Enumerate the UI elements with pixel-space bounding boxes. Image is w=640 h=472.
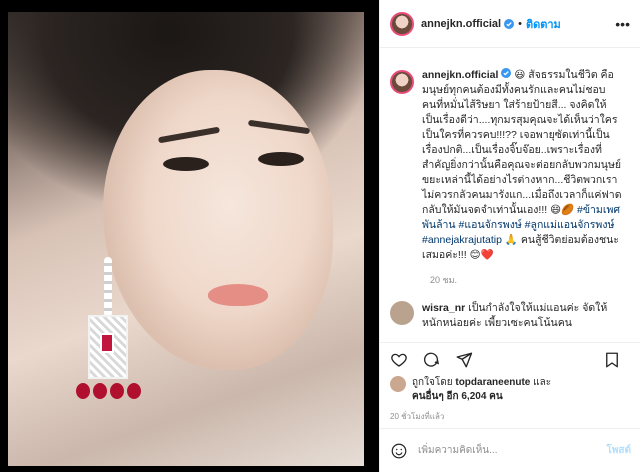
caption-text: annejkn.official 😃 สัจธรรมในชีวิต คือ มน… xyxy=(422,68,622,263)
earring-drop xyxy=(127,383,141,399)
post-timestamp[interactable]: 20 ชั่วโมงที่แล้ว xyxy=(390,410,444,423)
comments-list[interactable]: annejkn.official 😃 สัจธรรมในชีวิต คือ มน… xyxy=(380,58,640,340)
instagram-post-modal: annejkn.official • ติดตาม ••• annejkn.of… xyxy=(0,0,640,472)
smile-emoji-icon: 😃 xyxy=(514,69,526,81)
earring-drops xyxy=(76,383,146,401)
caption-username[interactable]: annejkn.official xyxy=(422,69,498,81)
photo-lips xyxy=(208,284,268,306)
more-icon[interactable]: ••• xyxy=(615,16,630,32)
hashtag-link[interactable]: #แอนจักรพงษ์ xyxy=(459,219,522,231)
post-side-panel: annejkn.official • ติดตาม ••• annejkn.of… xyxy=(379,0,640,472)
likes-others-link[interactable]: คนอื่นๆ อีก 6,204 คน xyxy=(412,391,503,402)
earring-drop xyxy=(76,383,90,399)
hashtag-link[interactable]: #ลูกแม่แอนจักรพงษ์ xyxy=(525,219,615,231)
verified-badge-icon xyxy=(501,68,512,78)
caption-body: สัจธรรมในชีวิต คือ มนุษย์ทุกคนต้องมีทั้ง… xyxy=(422,69,622,216)
avatar[interactable] xyxy=(390,11,414,36)
emoji-icon[interactable] xyxy=(390,442,408,460)
likes-text: ถูกใจโดย topdaraneenute และ คนอื่นๆ อีก … xyxy=(412,376,551,404)
earring-ruby xyxy=(100,333,114,353)
hashtag-link[interactable]: #annejakrajutatip xyxy=(422,234,502,246)
post-photo-image xyxy=(8,12,364,466)
photo-earring xyxy=(76,257,141,407)
photo-eye-right xyxy=(258,152,304,166)
add-comment-bar: เพิ่มความคิดเห็น... โพสต์ xyxy=(380,428,640,472)
football-emoji-icon: 😄🏉 xyxy=(550,204,578,216)
photo-face xyxy=(103,70,333,370)
liker-username[interactable]: topdaraneenute xyxy=(455,377,530,388)
pray-emoji-icon: 🙏 xyxy=(504,234,518,246)
earring-chain xyxy=(104,257,112,317)
post-header: annejkn.official • ติดตาม ••• xyxy=(380,0,640,48)
comment-icon[interactable] xyxy=(422,351,440,369)
post-actions xyxy=(380,342,640,376)
caption-avatar[interactable] xyxy=(390,70,414,94)
comment-avatar[interactable] xyxy=(390,301,414,325)
earring-drop xyxy=(93,383,107,399)
comment-text: wisra_nr เป็นกำลังใจให้แม่แอนค่ะ จัดให้ห… xyxy=(422,301,622,331)
comment-username[interactable]: wisra_nr xyxy=(422,302,465,314)
photo-eye-left xyxy=(163,157,209,171)
likes-summary: ถูกใจโดย topdaraneenute และ คนอื่นๆ อีก … xyxy=(390,376,551,404)
bookmark-icon[interactable] xyxy=(603,351,621,369)
heart-emoji-icon: 😊❤️ xyxy=(469,249,494,261)
caption-row: annejkn.official 😃 สัจธรรมในชีวิต คือ มน… xyxy=(390,68,631,263)
verified-badge-icon xyxy=(504,18,515,29)
caption-timestamp: 20 ชม. xyxy=(430,275,458,285)
post-comment-button[interactable]: โพสต์ xyxy=(606,443,631,458)
header-separator: • xyxy=(518,17,522,30)
likes-middle: และ xyxy=(530,377,552,388)
earring-drop xyxy=(110,383,124,399)
comment-row: wisra_nr เป็นกำลังใจให้แม่แอนค่ะ จัดให้ห… xyxy=(390,301,631,331)
comment-input[interactable]: เพิ่มความคิดเห็น... xyxy=(418,443,606,458)
liker-avatar[interactable] xyxy=(390,376,406,392)
follow-button[interactable]: ติดตาม xyxy=(526,15,561,33)
header-username[interactable]: annejkn.official xyxy=(421,18,501,30)
likes-prefix: ถูกใจโดย xyxy=(412,377,456,388)
post-photo[interactable] xyxy=(0,0,379,472)
heart-icon[interactable] xyxy=(390,351,408,369)
share-icon[interactable] xyxy=(455,351,473,369)
